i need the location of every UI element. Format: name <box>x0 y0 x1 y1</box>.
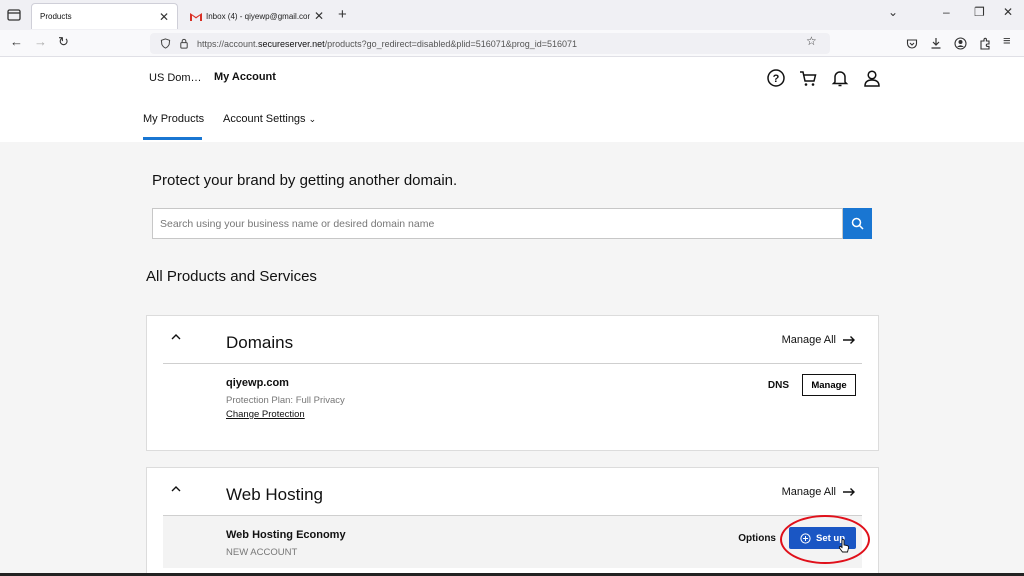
hosting-manage-all-link[interactable]: Manage All <box>782 486 856 498</box>
hand-cursor-icon <box>838 539 850 553</box>
bookmark-star-icon[interactable]: ☆ <box>806 35 817 47</box>
browser-tab-bar: Products ✕ Inbox (4) - qiyewp@gmail.com … <box>0 0 1024 30</box>
hosting-plan-name: Web Hosting Economy <box>226 529 346 541</box>
url-domain: secureserver.net <box>258 38 325 49</box>
search-icon <box>851 217 864 230</box>
tab-title: Products <box>40 12 72 21</box>
domains-card: Domains Manage All qiyewp.com Protection… <box>146 315 879 451</box>
domains-title: Domains <box>226 333 294 352</box>
search-button[interactable] <box>843 208 872 239</box>
site-header: US Dom… My Account ? My Products Account… <box>0 57 1024 142</box>
bell-icon[interactable] <box>830 68 850 88</box>
chevron-down-icon: ⌄ <box>308 114 317 124</box>
tab-inbox[interactable]: Inbox (4) - qiyewp@gmail.com ✕ <box>182 3 332 29</box>
pocket-icon[interactable] <box>906 38 918 50</box>
protection-plan: Protection Plan: Full Privacy <box>226 395 345 406</box>
arrow-right-icon <box>843 488 855 496</box>
list-all-tabs-icon[interactable]: ⌄ <box>888 5 898 19</box>
highlight-annotation <box>780 515 870 564</box>
manage-domain-button[interactable]: Manage <box>802 374 856 396</box>
svg-text:?: ? <box>773 73 780 85</box>
help-icon[interactable]: ? <box>766 68 786 88</box>
tab-account-settings-label: Account Settings <box>223 113 306 125</box>
domain-search-input[interactable] <box>152 208 843 239</box>
domain-name: qiyewp.com <box>226 377 289 389</box>
close-tab-icon[interactable]: ✕ <box>314 10 324 22</box>
user-icon[interactable] <box>862 68 882 88</box>
domain-search <box>152 208 872 239</box>
account-icon[interactable] <box>954 37 967 50</box>
url-prefix: https://account. <box>197 38 259 49</box>
lock-icon[interactable] <box>179 38 189 49</box>
products-heading: All Products and Services <box>146 268 317 285</box>
tab-title: Inbox (4) - qiyewp@gmail.com <box>206 11 310 21</box>
url-path: /products?go_redirect=disabled&plid=5160… <box>324 38 578 49</box>
domains-manage-all-link[interactable]: Manage All <box>782 334 856 346</box>
restore-icon[interactable]: ❐ <box>974 5 985 19</box>
manage-all-label: Manage All <box>781 486 836 498</box>
page: US Dom… My Account ? My Products Account… <box>0 57 1024 576</box>
tab-list-icon[interactable] <box>6 7 22 23</box>
options-link[interactable]: Options <box>738 533 776 544</box>
close-window-icon[interactable]: ✕ <box>1003 5 1013 19</box>
brand-label[interactable]: US Dom… <box>149 72 202 84</box>
web-hosting-title: Web Hosting <box>226 485 324 504</box>
minimize-icon[interactable]: – <box>943 5 950 19</box>
active-tab-indicator <box>143 137 202 140</box>
menu-icon[interactable]: ≡ <box>1003 34 1011 47</box>
hosting-status: NEW ACCOUNT <box>226 547 298 558</box>
back-icon[interactable]: ← <box>10 35 23 48</box>
reload-icon[interactable]: ↻ <box>58 35 69 48</box>
chevron-up-icon[interactable] <box>169 484 183 494</box>
close-tab-icon[interactable]: ✕ <box>159 11 169 23</box>
dns-link[interactable]: DNS <box>768 380 789 391</box>
forward-icon[interactable]: → <box>34 35 47 48</box>
promo-heading: Protect your brand by getting another do… <box>152 172 458 189</box>
tab-products[interactable]: Products ✕ <box>31 3 178 29</box>
address-bar[interactable]: https://account. secureserver.net/product… <box>150 33 830 54</box>
cart-icon[interactable] <box>798 68 818 88</box>
tab-my-products[interactable]: My Products <box>143 113 204 125</box>
download-icon[interactable] <box>930 37 942 50</box>
chevron-up-icon[interactable] <box>169 332 183 342</box>
tab-account-settings[interactable]: Account Settings ⌄ <box>223 113 316 125</box>
page-title: My Account <box>214 71 276 83</box>
gmail-icon <box>190 12 202 21</box>
browser-nav-bar: ← → ↻ https://account. secureserver.net/p… <box>0 30 1024 57</box>
new-tab-icon[interactable]: + <box>338 6 347 23</box>
web-hosting-card: Web Hosting Manage All Web Hosting Econo… <box>146 467 879 576</box>
shield-icon[interactable] <box>160 38 171 49</box>
arrow-right-icon <box>843 336 855 344</box>
change-protection-link[interactable]: Change Protection <box>226 409 305 420</box>
extensions-icon[interactable] <box>979 37 991 50</box>
manage-all-label: Manage All <box>781 334 836 346</box>
divider <box>163 363 862 364</box>
